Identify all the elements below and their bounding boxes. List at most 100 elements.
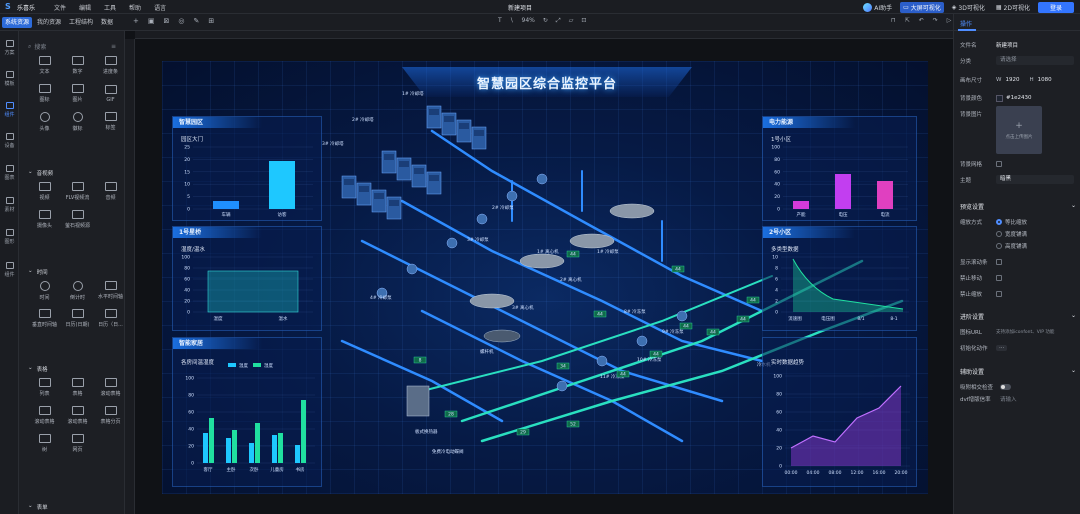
undo-icon[interactable]: ↶	[919, 17, 924, 24]
radio-fill-height[interactable]	[996, 243, 1002, 249]
lock-icon[interactable]: ⊓	[891, 17, 896, 24]
panel-power[interactable]: 电力能源 1号小区 100 80 60 40 20 0 产能 电压 电流	[762, 116, 917, 221]
big-screen-button[interactable]: ▭ 大屏可视化	[900, 1, 944, 13]
width-input[interactable]: 1920	[1005, 77, 1029, 83]
bg-image-upload[interactable]: + 点击上传图片	[996, 106, 1042, 154]
layers-icon[interactable]: ⊞	[208, 17, 214, 25]
comp-avatar[interactable]: 头像	[28, 109, 61, 134]
tab-system-resources[interactable]: 系统资源	[2, 17, 33, 28]
comp-v-timeline[interactable]: 垂直时间轴	[28, 306, 61, 331]
login-button[interactable]: 登录	[1038, 1, 1074, 13]
save-icon[interactable]: ▣	[148, 17, 155, 25]
comp-gif[interactable]: GIF	[94, 81, 124, 106]
comp-h-timeline[interactable]: 水平时间轴	[94, 278, 124, 303]
comp-calendar-date[interactable]: 日历(日期)	[61, 306, 94, 331]
line-tool-icon[interactable]: ∖	[510, 17, 514, 25]
snap-toggle[interactable]	[1000, 384, 1011, 390]
preview-icon[interactable]: ◎	[178, 17, 184, 25]
bg-grid-checkbox[interactable]	[996, 161, 1002, 167]
comp-text[interactable]: 文本	[28, 53, 61, 78]
zoom-level[interactable]: 94%	[522, 17, 535, 25]
menu-help[interactable]: 帮助	[129, 3, 141, 12]
rail-material[interactable]: 素材	[0, 197, 19, 213]
comp-image[interactable]: 图片	[61, 81, 94, 106]
refresh-icon[interactable]: ↻	[543, 17, 548, 25]
no-zoom-checkbox[interactable]	[996, 291, 1002, 297]
add-icon[interactable]: +	[133, 17, 139, 25]
section-table[interactable]: ⌄ 表格	[28, 365, 48, 373]
rail-template[interactable]: 模板	[0, 71, 19, 87]
init-action-button[interactable]: ···	[996, 345, 1008, 351]
export-icon[interactable]: ⇱	[905, 17, 910, 24]
bg-color-value[interactable]: #1e2430	[1006, 95, 1032, 101]
folder-icon[interactable]: ▱	[569, 17, 574, 25]
comp-ezviz[interactable]: 萤石视频源	[61, 207, 94, 232]
comp-tag[interactable]: 标签	[94, 109, 124, 134]
theme-select[interactable]: 暗黑	[996, 175, 1074, 184]
ai-assistant-button[interactable]: AI助手	[860, 2, 895, 13]
comp-time[interactable]: 时间	[28, 278, 61, 303]
comp-scroll-table-3[interactable]: 滚动表格	[61, 403, 94, 428]
fit-icon[interactable]: ⤢	[556, 17, 561, 25]
section-media[interactable]: ⌄ 音视频	[28, 169, 53, 177]
rail-component[interactable]: 组件	[0, 102, 19, 118]
color-swatch[interactable]	[996, 94, 1003, 102]
text-tool-icon[interactable]: T	[498, 17, 502, 25]
brush-icon[interactable]: ✎	[193, 17, 199, 25]
advanced-section[interactable]: 进阶设置 ⌄	[960, 312, 1076, 321]
delete-icon[interactable]: ⊠	[164, 17, 170, 25]
search-box[interactable]: ⌕ 搜索 ≡	[28, 42, 116, 52]
play-icon[interactable]: ▷	[947, 17, 952, 24]
comp-badge[interactable]: 徽标	[61, 109, 94, 134]
comp-audio[interactable]: 音频	[94, 179, 124, 204]
comp-scroll-table-1[interactable]: 滚动表格	[94, 375, 124, 400]
category-select[interactable]: 请选择	[996, 56, 1074, 65]
comp-list[interactable]: 列表	[28, 375, 61, 400]
comp-tree[interactable]: 树	[28, 431, 61, 456]
rail-plan[interactable]: 方案	[0, 40, 19, 56]
panel-smart-home[interactable]: 智能家居 各房间温湿度 温度 湿度 100 80 60 40 20 0 客厅 主卧 次卧 儿童房 书房	[172, 337, 322, 487]
section-form[interactable]: ⌄ 表单	[28, 503, 48, 511]
aux-section[interactable]: 辅助设置 ⌄	[960, 367, 1076, 376]
comp-countdown[interactable]: 倒计时	[61, 278, 94, 303]
comp-scroll-table-2[interactable]: 滚动表格	[28, 403, 61, 428]
viz2d-button[interactable]: ▦ 2D可视化	[993, 2, 1033, 13]
rail-chart[interactable]: 图表	[0, 165, 19, 181]
list-view-icon[interactable]: ≡	[111, 43, 116, 50]
comp-flv[interactable]: FLV视频流	[61, 179, 94, 204]
preview-section[interactable]: 预览设置 ⌄	[960, 202, 1076, 211]
menu-edit[interactable]: 编辑	[79, 3, 91, 12]
comp-table[interactable]: 表格	[61, 375, 94, 400]
comp-icon[interactable]: 图标	[28, 81, 61, 106]
dashboard-stage[interactable]: 智慧园区综合监控平台 1# 冷却塔 2# 冷却塔 3# 冷却塔 1# 冷却泵 2# 冷却…	[162, 61, 928, 494]
viz3d-button[interactable]: ◈ 3D可视化	[949, 2, 988, 13]
tab-project-structure[interactable]: 工程结构	[66, 17, 96, 28]
radio-fill-width[interactable]	[996, 231, 1002, 237]
comp-camera[interactable]: 摄像头	[28, 207, 61, 232]
tab-data[interactable]: 数据	[98, 17, 116, 28]
comp-calendar-day[interactable]: 日历（日...	[94, 306, 124, 331]
comp-video[interactable]: 视频	[28, 179, 61, 204]
panel-trend[interactable]: 实时数据趋势 100 80 60 40 20 0 00:00 04:00 08:00 12:00 1…	[762, 337, 917, 487]
comp-webpage[interactable]: 网页	[61, 431, 94, 456]
properties-tab[interactable]: 操作	[954, 14, 1080, 31]
menu-file[interactable]: 文件	[54, 3, 66, 12]
tab-my-resources[interactable]: 我的资源	[34, 17, 64, 28]
redo-icon[interactable]: ↷	[933, 17, 938, 24]
panel-district2[interactable]: 2号小区 多类型数据 10 8 6 4 2 0 流速图 电压图 8/1 8-1	[762, 226, 917, 331]
section-time[interactable]: ⌄ 时间	[28, 268, 48, 276]
no-move-checkbox[interactable]	[996, 275, 1002, 281]
radio-proportional[interactable]	[996, 219, 1002, 225]
app-logo[interactable]: S 乐喜乐	[5, 2, 35, 12]
comp-number[interactable]: 数字	[61, 53, 94, 78]
panel-smart-park[interactable]: 智慧园区 园区大门 25 20 15 10 5 0 车辆 访客	[172, 116, 322, 221]
file-name-value[interactable]: 新建项目	[996, 41, 1018, 49]
height-input[interactable]: 1080	[1038, 77, 1052, 83]
dvf-input[interactable]: 请输入	[1000, 395, 1017, 403]
rail-widget[interactable]: 组件	[0, 262, 19, 278]
rail-graphic[interactable]: 图形	[0, 229, 19, 245]
menu-tools[interactable]: 工具	[104, 3, 116, 12]
comp-progress[interactable]: 进度条	[94, 53, 124, 78]
canvas-area[interactable]: 智慧园区综合监控平台 1# 冷却塔 2# 冷却塔 3# 冷却塔 1# 冷却泵 2# 冷却…	[125, 31, 953, 514]
menu-language[interactable]: 语言	[154, 3, 166, 12]
